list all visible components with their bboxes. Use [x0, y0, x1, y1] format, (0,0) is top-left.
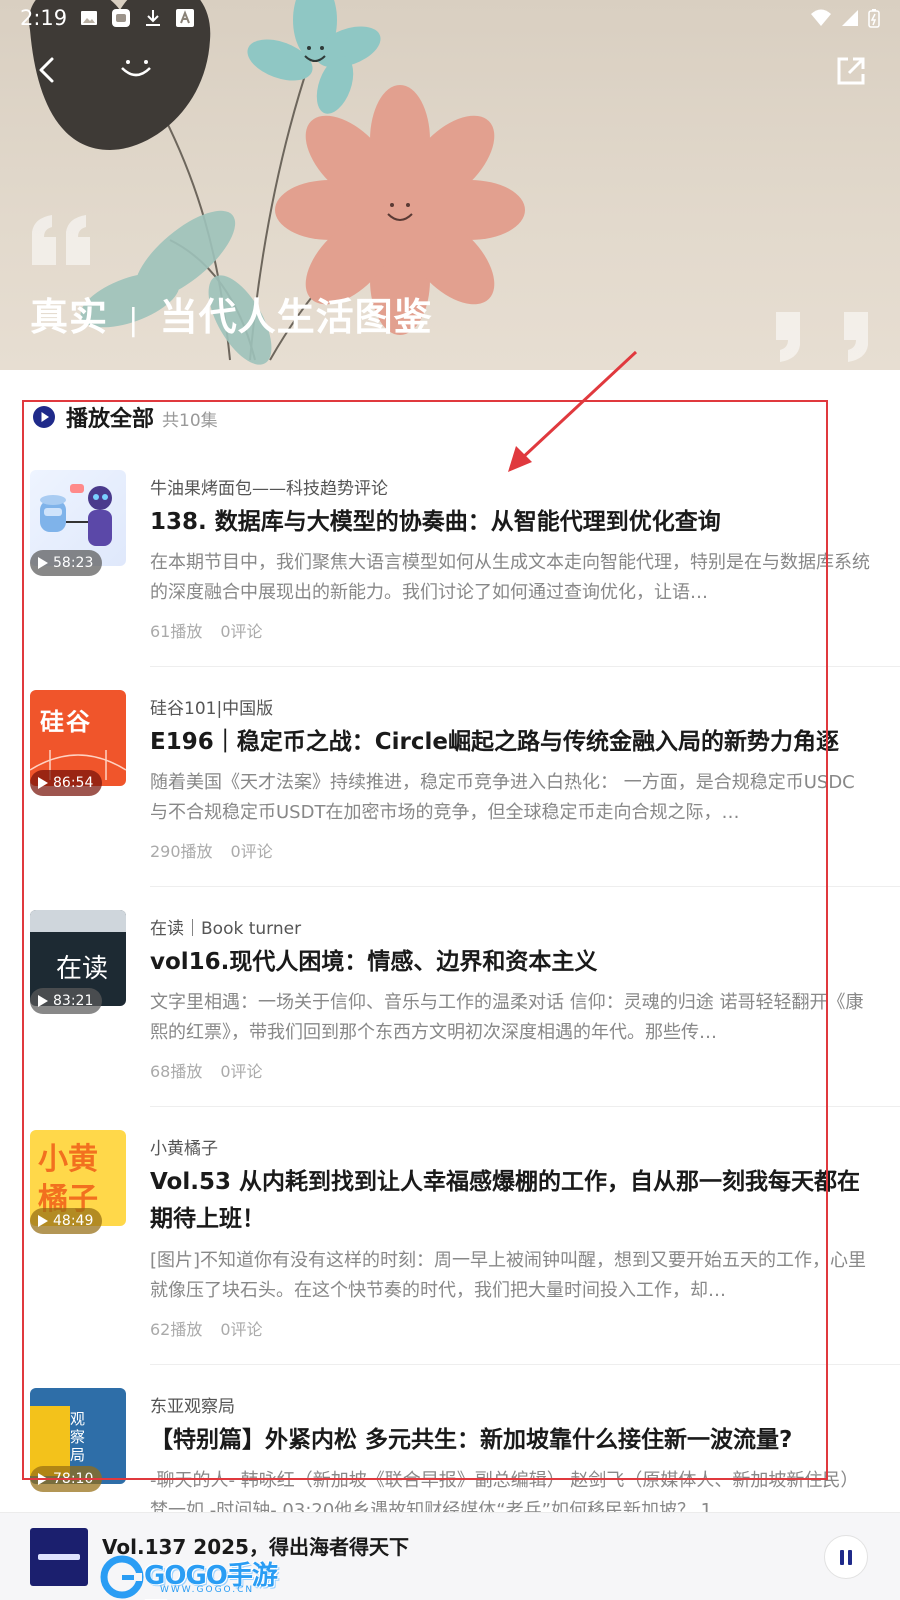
podcast-name: 牛油果烤面包——科技趋势评论	[150, 479, 388, 499]
duration-badge: 48:49	[30, 1208, 103, 1234]
title-part-1: 真实	[30, 295, 109, 339]
status-time: 2:19	[20, 6, 68, 30]
divider	[150, 1106, 900, 1107]
cover-stripe	[30, 910, 126, 932]
episode-title[interactable]: 【特别篇】外紧内松 多元共生：新加坡靠什么接住新一波流量?	[150, 1422, 872, 1459]
share-icon[interactable]	[834, 54, 868, 88]
play-triangle-icon	[38, 1215, 48, 1227]
watermark-url: WWW.GOGO.CN	[160, 1585, 255, 1595]
divider	[150, 886, 900, 887]
episode-description: 在本期节目中，我们聚焦大语言模型如何从生成文本走向智能代理，特别是在与数据库系统…	[150, 552, 870, 603]
play-count: 68播放	[150, 1062, 203, 1081]
duration-badge: 83:21	[30, 988, 103, 1014]
episode-duration: 83:21	[53, 993, 94, 1009]
mini-player[interactable]: Vol.137 2025，得出海者得天下 GOGO手游网 WWW.GOGO.CN	[0, 1512, 900, 1600]
episode-title[interactable]: E196｜稳定币之战：Circle崛起之路与传统金融入局的新势力角逐	[150, 724, 872, 761]
watermark-logo: GOGO手游网 WWW.GOGO.CN	[100, 1553, 280, 1600]
comment-count: 0评论	[230, 842, 273, 861]
comment-count: 0评论	[220, 622, 263, 641]
download-icon	[146, 10, 161, 26]
episode-stats: 290播放 0评论	[150, 838, 273, 862]
episode-description: 文字里相遇：一场关于信仰、音乐与工作的温柔对话 信仰：灵魂的归途 诺哥轻轻翻开《…	[150, 992, 864, 1043]
play-triangle-icon	[38, 777, 48, 789]
battery-icon	[868, 9, 880, 28]
cover-label-top: 小黄	[38, 1142, 98, 1177]
pause-bar-icon	[848, 1549, 852, 1565]
divider	[150, 666, 900, 667]
play-triangle-icon	[38, 1473, 48, 1485]
episode-duration: 48:49	[53, 1213, 94, 1229]
wifi-icon	[811, 9, 831, 26]
play-all-button[interactable]: 播放全部 共10集	[32, 400, 218, 434]
play-triangle-icon	[38, 995, 48, 1007]
episode-count: 共10集	[162, 411, 218, 431]
episode-duration: 86:54	[53, 775, 94, 791]
play-count: 290播放	[150, 842, 213, 861]
watermark-g-icon	[100, 1555, 144, 1599]
cover-label: 在读	[56, 954, 109, 984]
podcast-name: 东亚观察局	[150, 1397, 235, 1417]
episode-duration: 78:10	[53, 1471, 94, 1487]
pause-bar-icon	[840, 1549, 844, 1565]
play-all-label: 播放全部	[66, 407, 155, 432]
play-circle-icon	[33, 406, 55, 428]
duration-badge: 58:23	[30, 550, 103, 576]
now-playing-cover	[30, 1528, 88, 1586]
podcast-name: 小黄橘子	[150, 1139, 218, 1159]
play-count: 62播放	[150, 1320, 203, 1339]
episode-stats: 68播放 0评论	[150, 1058, 263, 1082]
comment-count: 0评论	[220, 1062, 263, 1081]
episode-title[interactable]: Vol.53 从内耗到找到让人幸福感爆棚的工作，自从那一刻我每天都在期待上班！	[150, 1164, 872, 1238]
duration-badge: 78:10	[30, 1466, 103, 1492]
cover-label: 观察局	[70, 1410, 86, 1464]
duration-badge: 86:54	[30, 770, 103, 796]
title-part-2: 当代人生活图鉴	[159, 295, 433, 339]
title-separator: |	[128, 303, 140, 338]
signal-icon	[842, 10, 858, 26]
episode-title[interactable]: vol16.现代人困境：情感、边界和资本主义	[150, 944, 872, 981]
podcast-name: 硅谷101|中国版	[150, 699, 274, 719]
app-notification-icon	[112, 9, 131, 27]
episode-description: [图片]不知道你有没有这样的时刻：周一早上被闹钟叫醒，想到又要开始五天的工作，心…	[150, 1250, 867, 1301]
play-count: 61播放	[150, 622, 203, 641]
page-title: 真实 | 当代人生活图鉴	[30, 286, 433, 341]
episode-title[interactable]: 138. 数据库与大模型的协奏曲：从智能代理到优化查询	[150, 504, 872, 541]
episode-duration: 58:23	[53, 555, 94, 571]
comment-count: 0评论	[220, 1320, 263, 1339]
font-notification-icon	[176, 9, 195, 27]
cover-band	[38, 1554, 80, 1560]
status-bar: 2:19	[0, 0, 900, 36]
episode-description: 随着美国《天才法案》持续推进，稳定币竞争进入白热化： 一方面，是合规稳定币USD…	[150, 772, 855, 823]
pause-button[interactable]	[824, 1535, 868, 1579]
episode-stats: 61播放 0评论	[150, 618, 263, 642]
episode-stats: 62播放 0评论	[150, 1316, 263, 1340]
podcast-name: 在读｜Book turner	[150, 919, 302, 939]
play-triangle-icon	[38, 557, 48, 569]
image-notification-icon	[81, 11, 98, 25]
divider	[150, 1364, 900, 1365]
back-arrow-icon[interactable]	[30, 52, 66, 88]
header-banner: 2:19 真实 | 当代人生活图鉴	[0, 0, 900, 370]
